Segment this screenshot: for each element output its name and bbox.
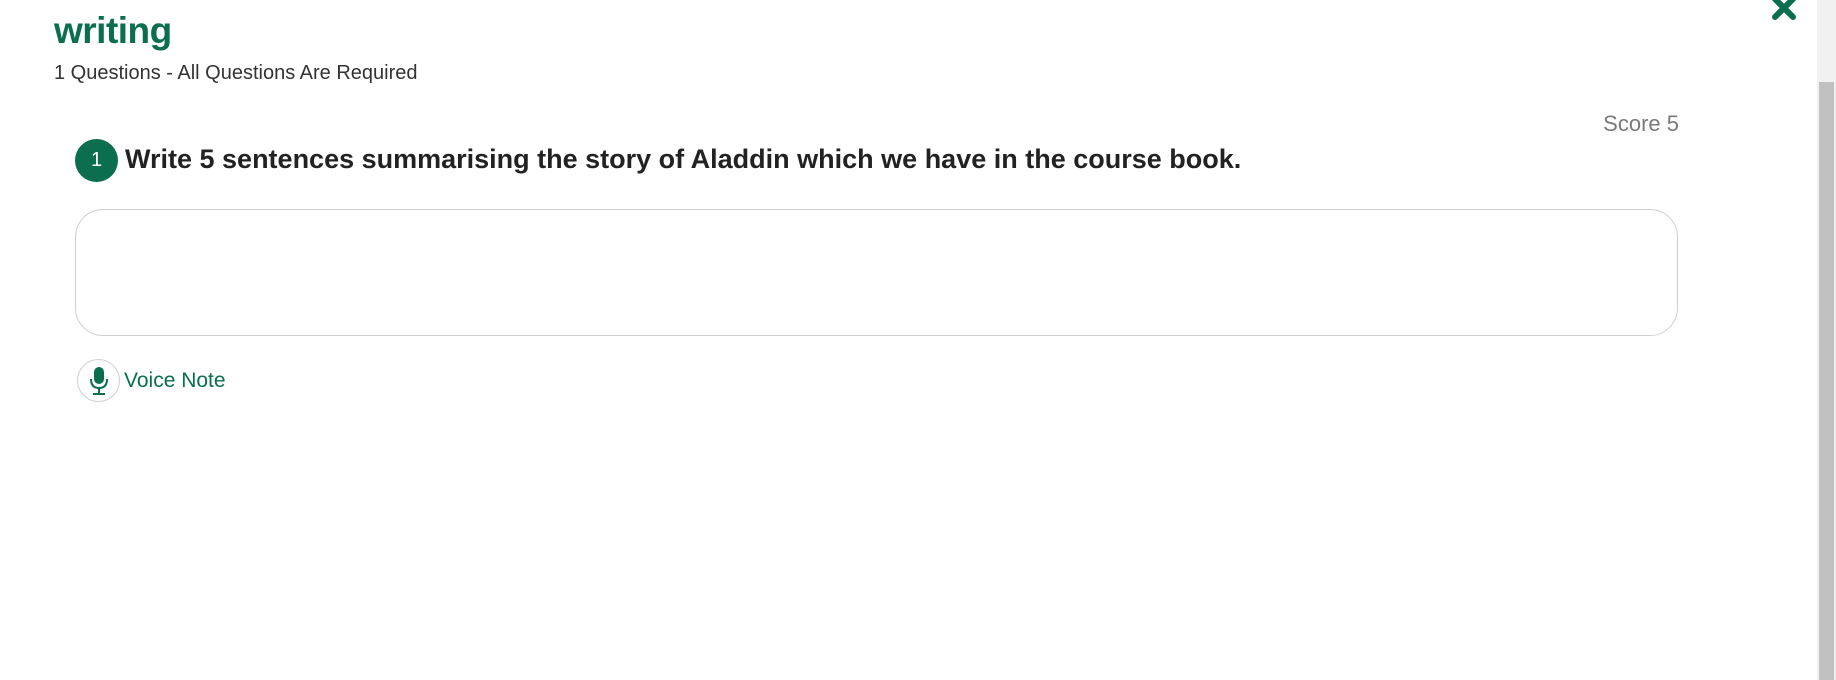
assignment-title: writing [54,10,172,51]
question-number-badge: 1 [75,139,118,182]
questions-summary: 1 Questions - All Questions Are Required [54,62,418,84]
close-button[interactable] [1770,0,1798,22]
answer-textarea[interactable] [75,209,1678,336]
close-icon [1772,0,1796,20]
question-text: Write 5 sentences summarising the story … [125,144,1242,174]
microphone-icon [89,366,108,395]
voice-note-label: Voice Note [124,368,226,392]
scrollbar-thumb[interactable] [1819,82,1834,680]
voice-note-button[interactable]: Voice Note [77,359,226,402]
assignment-modal: writing 1 Questions - All Questions Are … [0,0,1836,680]
microphone-button-circle[interactable] [77,359,120,402]
question-score: Score 5 [1603,111,1679,136]
